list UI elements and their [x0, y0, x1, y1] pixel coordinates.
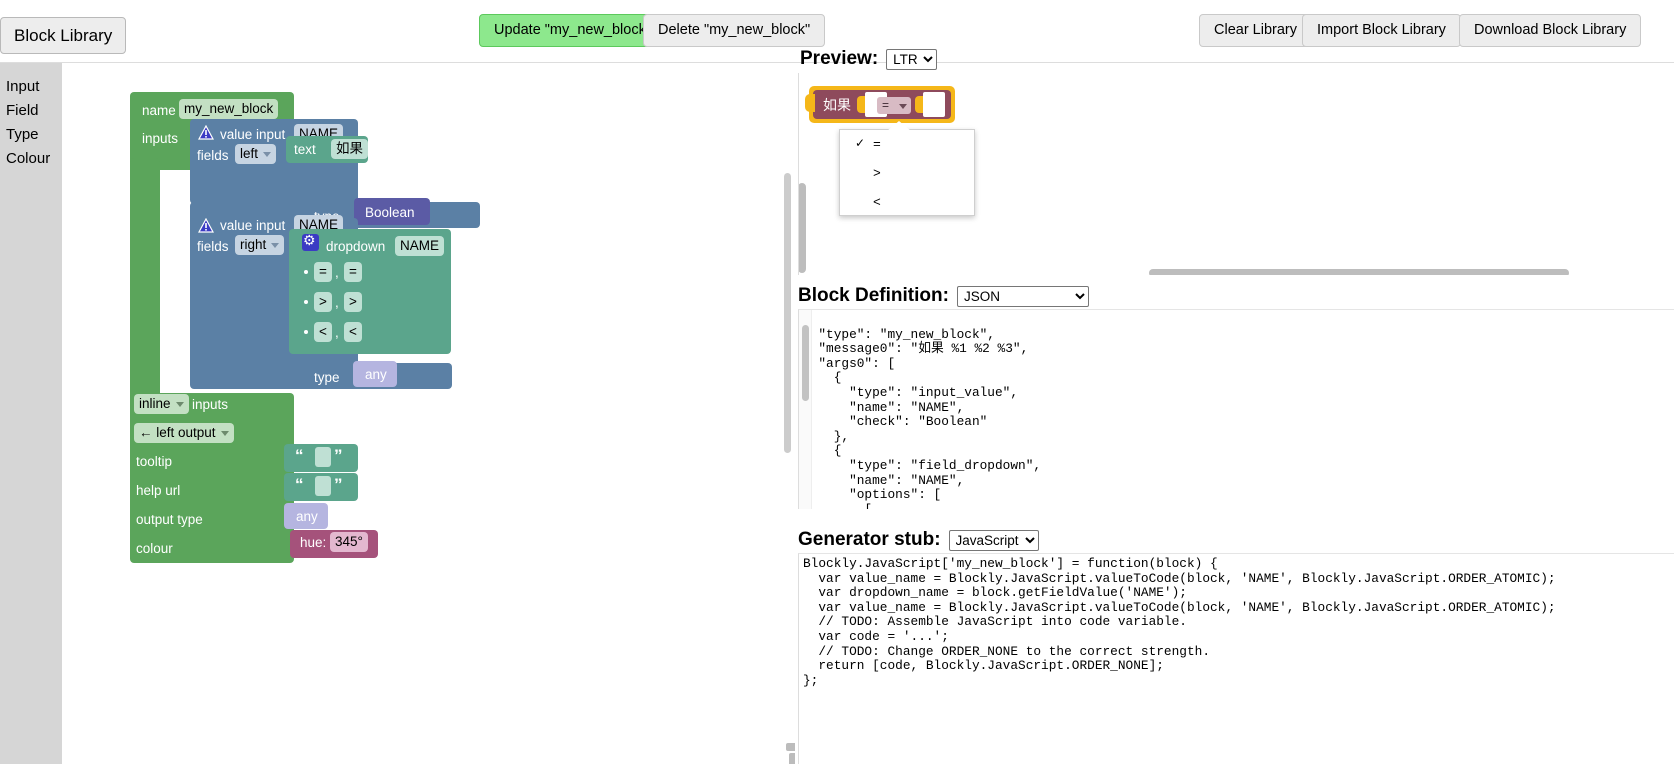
hue-value-field[interactable]: 345°: [330, 532, 368, 552]
value-input-1-kind-label: value input: [220, 127, 286, 142]
dropdown-menu-item-greater[interactable]: >: [840, 159, 976, 188]
dropdown-option-3-value[interactable]: <: [344, 322, 362, 342]
close-quote-icon: ”: [334, 446, 343, 465]
tooltip-label: tooltip: [136, 454, 173, 469]
block-definition-header: Block Definition: JSON: [798, 285, 1089, 307]
option-bullet: [304, 330, 308, 334]
block-factory-area: Input Field Type Colour name my_new_bloc…: [0, 62, 795, 764]
factory-base-block-spine[interactable]: [130, 158, 160, 408]
preview-block-output-tab: [805, 94, 815, 112]
colour-label: colour: [136, 541, 173, 556]
type-any-label-2: any: [296, 509, 318, 524]
generator-stub-code[interactable]: Blockly.JavaScript['my_new_block'] = fun…: [799, 554, 1674, 688]
generator-stub-title: Generator stub:: [798, 529, 941, 550]
generator-language-select[interactable]: JavaScript: [948, 529, 1039, 551]
generator-stub-code-area[interactable]: Blockly.JavaScript['my_new_block'] = fun…: [798, 553, 1674, 764]
type-any-label-1: any: [365, 367, 387, 382]
text-field-value[interactable]: 如果: [331, 139, 368, 159]
value-input-1-align-dropdown[interactable]: left: [235, 144, 277, 164]
help-url-label: help url: [136, 483, 181, 498]
toolbox-category-type[interactable]: Type: [0, 123, 62, 147]
dropdown-option-1-display[interactable]: =: [314, 262, 332, 282]
dropdown-option-1-value[interactable]: =: [344, 262, 362, 282]
block-definition-scrollbar[interactable]: [802, 325, 809, 401]
preview-vertical-scrollbar[interactable]: [799, 183, 806, 273]
update-block-button[interactable]: Update "my_new_block": [479, 14, 666, 47]
download-block-library-button[interactable]: Download Block Library: [1459, 14, 1642, 47]
output-type-label: output type: [136, 512, 203, 527]
block-definition-format-select[interactable]: JSON: [956, 285, 1089, 307]
dropdown-field-name[interactable]: NAME: [395, 236, 445, 256]
toolbox-category-field[interactable]: Field: [0, 99, 62, 123]
dropdown-menu[interactable]: ✓ = > <: [839, 129, 975, 216]
dropdown-option-2-value[interactable]: >: [344, 292, 362, 312]
dropdown-menu-item-equals[interactable]: ✓ =: [840, 130, 976, 159]
type-boolean-label: Boolean: [365, 205, 415, 220]
import-block-library-button[interactable]: Import Block Library: [1302, 14, 1461, 47]
block-definition-code-area[interactable]: { "type": "my_new_block", "message0": "如…: [798, 309, 1674, 509]
block-definition-code[interactable]: { "type": "my_new_block", "message0": "如…: [799, 310, 1674, 509]
dropdown-option-3-display[interactable]: <: [314, 322, 332, 342]
dropdown-option-2-display[interactable]: >: [314, 292, 332, 312]
warning-icon[interactable]: [198, 218, 214, 234]
open-quote-icon: “: [295, 475, 304, 494]
hue-label: hue:: [300, 535, 327, 550]
dropdown-field-kind-label: dropdown: [326, 239, 386, 254]
gear-icon[interactable]: [302, 232, 319, 251]
value-input-2-fields-label: fields: [197, 239, 229, 254]
preview-horizontal-scrollbar[interactable]: [1149, 269, 1569, 275]
block-definition-title: Block Definition:: [798, 285, 949, 306]
preview-title: Preview:: [800, 48, 879, 69]
preview-workspace[interactable]: 如果 = ✓ = > <: [798, 73, 1674, 275]
blockly-toolbox[interactable]: Input Field Type Colour: [0, 63, 62, 764]
help-url-value-field[interactable]: [315, 476, 331, 496]
text-field-kind-label: text: [294, 142, 316, 157]
value-input-1-fields-label: fields: [197, 148, 229, 163]
open-quote-icon: “: [295, 446, 304, 465]
preview-dropdown-field[interactable]: =: [877, 97, 911, 114]
clear-library-button[interactable]: Clear Library: [1199, 14, 1312, 47]
option-comma-2: ,: [335, 295, 339, 310]
value-input-2-kind-label: value input: [220, 218, 286, 233]
value-input-2-align-dropdown[interactable]: right: [235, 235, 285, 255]
inline-dropdown[interactable]: inline: [134, 394, 189, 414]
value-input-2-type-label: type: [314, 370, 340, 385]
preview-input-hole-2[interactable]: [923, 92, 945, 117]
dropdown-menu-item-label: =: [873, 137, 881, 152]
workspace-vertical-scrollbar[interactable]: [784, 173, 791, 453]
connections-dropdown[interactable]: ← left output: [134, 423, 234, 443]
block-name-field[interactable]: my_new_block: [179, 99, 279, 119]
option-comma-1: ,: [335, 265, 339, 280]
option-comma-3: ,: [335, 325, 339, 340]
preview-block-text: 如果: [823, 97, 851, 113]
inputs-label: inputs: [142, 131, 179, 146]
delete-block-button[interactable]: Delete "my_new_block": [643, 14, 826, 47]
preview-header: Preview: LTR: [800, 48, 938, 70]
trash-icon[interactable]: [784, 743, 795, 764]
block-library-button[interactable]: Block Library: [0, 17, 127, 54]
toolbox-category-colour[interactable]: Colour: [0, 147, 62, 171]
generator-stub-header: Generator stub: JavaScript: [798, 529, 1039, 551]
name-label: name: [142, 103, 176, 118]
close-quote-icon: ”: [334, 475, 343, 494]
blockly-workspace[interactable]: name my_new_block inputs value input NAM…: [62, 63, 795, 764]
preview-direction-select[interactable]: LTR: [886, 48, 938, 70]
dropdown-menu-arrow: [887, 121, 911, 131]
dropdown-menu-item-less[interactable]: <: [840, 188, 976, 217]
toolbox-category-input[interactable]: Input: [0, 75, 62, 99]
warning-icon[interactable]: [198, 125, 214, 141]
factory-base-block-lower[interactable]: [130, 393, 294, 563]
inline-inputs-label: inputs: [192, 397, 229, 412]
right-panels: Preview: LTR 如果 = ✓ = > < Block Definiti…: [795, 48, 1674, 764]
tooltip-value-field[interactable]: [315, 447, 331, 467]
dropdown-menu-item-label: <: [873, 195, 881, 210]
option-bullet: [304, 270, 308, 274]
check-icon: ✓: [854, 137, 866, 151]
dropdown-menu-item-label: >: [873, 166, 881, 181]
option-bullet: [304, 300, 308, 304]
